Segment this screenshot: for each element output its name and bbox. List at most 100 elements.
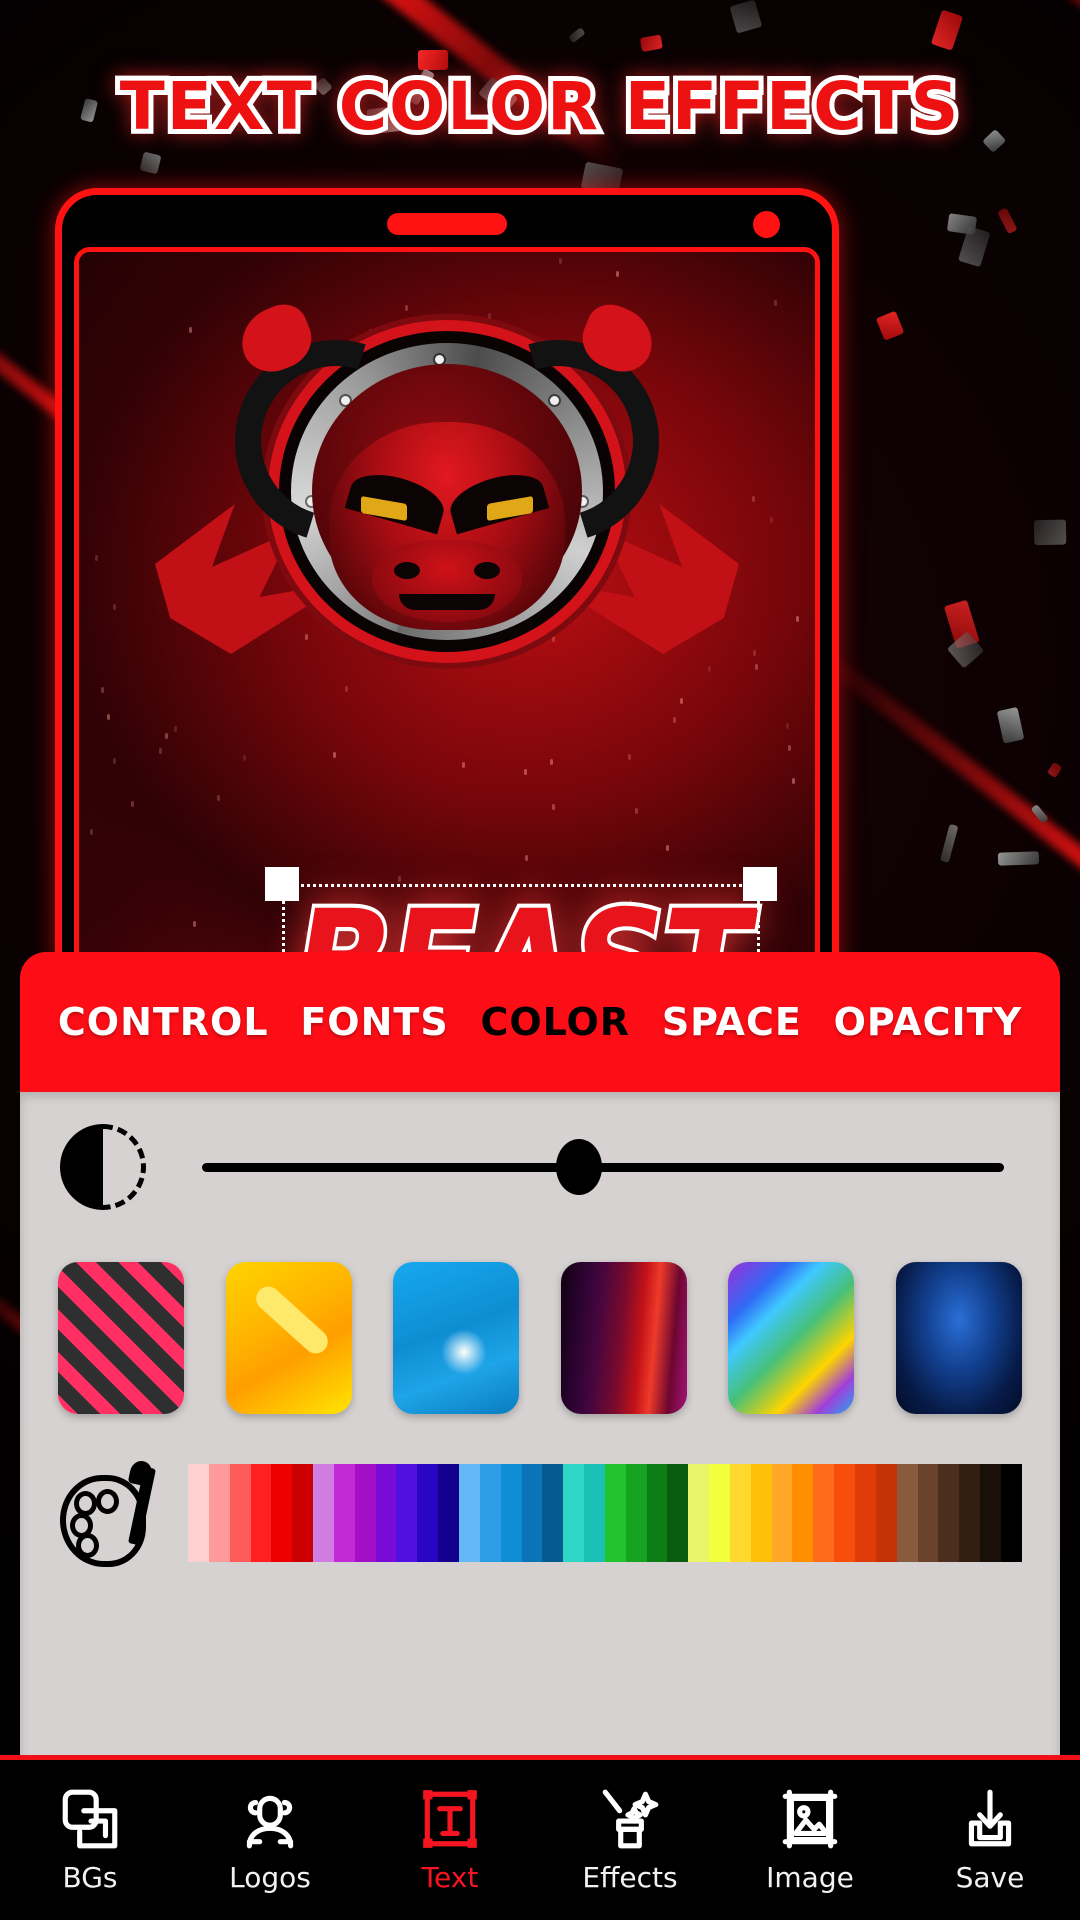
selection-handle-top-left[interactable] <box>265 867 299 901</box>
color-swatch[interactable] <box>688 1464 710 1562</box>
contrast-slider-row <box>20 1092 1060 1242</box>
color-swatch[interactable] <box>834 1464 855 1562</box>
canvas-speck <box>559 258 563 265</box>
color-swatch[interactable] <box>855 1464 876 1562</box>
color-swatch[interactable] <box>625 1464 647 1562</box>
canvas-speck <box>524 769 528 776</box>
color-swatch[interactable] <box>271 1464 293 1562</box>
background-confetti <box>946 212 977 235</box>
texture-thumbnail-navy-glow[interactable] <box>895 1262 1022 1414</box>
canvas-speck <box>666 844 670 851</box>
nav-item-bgs[interactable]: BGs <box>15 1786 165 1894</box>
tab-opacity[interactable]: OPACITY <box>834 1000 1023 1044</box>
selection-handle-top-right[interactable] <box>743 867 777 901</box>
canvas-speck <box>627 753 631 760</box>
nav-label: Image <box>766 1861 854 1894</box>
color-swatch[interactable] <box>417 1464 439 1562</box>
canvas-speck <box>173 725 177 732</box>
color-swatch[interactable] <box>458 1464 480 1562</box>
color-swatch[interactable] <box>208 1464 230 1562</box>
color-swatch[interactable] <box>917 1464 939 1562</box>
color-swatch[interactable] <box>938 1464 960 1562</box>
tab-space[interactable]: SPACE <box>662 1000 802 1044</box>
contrast-icon <box>60 1124 146 1210</box>
tab-bar: CONTROL FONTS COLOR SPACE OPACITY <box>20 952 1060 1092</box>
nav-item-logos[interactable]: Logos <box>195 1786 345 1894</box>
color-swatch[interactable] <box>980 1464 1001 1562</box>
texture-thumbnail-blue-diamond[interactable] <box>393 1262 520 1414</box>
color-swatch[interactable] <box>188 1464 209 1562</box>
nav-item-text[interactable]: Text <box>375 1786 525 1894</box>
color-swatch[interactable] <box>521 1464 543 1562</box>
contrast-slider[interactable] <box>202 1139 1004 1195</box>
color-swatch[interactable] <box>959 1464 981 1562</box>
color-swatch[interactable] <box>479 1464 501 1562</box>
canvas-speck <box>549 758 553 765</box>
color-swatch[interactable] <box>813 1464 835 1562</box>
color-swatch[interactable] <box>563 1464 585 1562</box>
canvas-speck <box>755 664 759 671</box>
nav-item-image[interactable]: Image <box>735 1786 885 1894</box>
phone-mockup: BEAST <box>55 188 839 992</box>
color-swatch[interactable] <box>1000 1464 1022 1562</box>
color-swatch[interactable] <box>229 1464 251 1562</box>
color-swatch[interactable] <box>771 1464 793 1562</box>
contrast-slider-thumb[interactable] <box>555 1139 602 1195</box>
color-swatch[interactable] <box>313 1464 334 1562</box>
bull-mascot-logo[interactable] <box>155 297 677 734</box>
color-gradient-strip[interactable] <box>188 1464 1022 1562</box>
nav-item-effects[interactable]: Effects <box>555 1786 705 1894</box>
color-swatch[interactable] <box>604 1464 626 1562</box>
canvas-speck <box>680 697 684 704</box>
palette-brush-icon[interactable] <box>58 1458 156 1567</box>
canvas-speck <box>753 649 757 656</box>
canvas-speck <box>217 795 221 802</box>
nav-label: Effects <box>582 1861 678 1894</box>
color-swatch[interactable] <box>584 1464 605 1562</box>
color-swatch[interactable] <box>542 1464 564 1562</box>
color-swatch[interactable] <box>333 1464 355 1562</box>
color-swatch[interactable] <box>250 1464 272 1562</box>
color-swatch[interactable] <box>750 1464 772 1562</box>
color-swatch[interactable] <box>375 1464 397 1562</box>
tab-color[interactable]: COLOR <box>480 1000 630 1044</box>
canvas-speck <box>193 920 197 927</box>
color-swatch[interactable] <box>438 1464 459 1562</box>
front-camera-dot <box>753 211 780 238</box>
color-swatch[interactable] <box>896 1464 918 1562</box>
color-swatch[interactable] <box>875 1464 897 1562</box>
color-swatch[interactable] <box>646 1464 668 1562</box>
color-swatch[interactable] <box>729 1464 751 1562</box>
canvas-speck <box>113 758 117 765</box>
canvas-speck <box>242 755 246 762</box>
canvas-speck <box>462 762 466 769</box>
color-swatch[interactable] <box>500 1464 522 1562</box>
color-swatch[interactable] <box>792 1464 814 1562</box>
texture-thumbnail-purple-red-smoke[interactable] <box>560 1262 687 1414</box>
background-confetti <box>418 49 448 70</box>
color-swatch[interactable] <box>354 1464 376 1562</box>
canvas-speck <box>751 495 755 502</box>
tab-fonts[interactable]: FONTS <box>300 1000 448 1044</box>
mascot-muzzle <box>372 540 522 622</box>
canvas-speck <box>785 723 789 730</box>
page-title: TEXT COLOR EFFECTS <box>115 63 963 150</box>
text-box-icon <box>417 1786 483 1852</box>
nav-item-save[interactable]: Save <box>915 1786 1065 1894</box>
mascot-mouth <box>399 594 495 610</box>
texture-thumbnail-pink-black-chevron[interactable] <box>58 1262 184 1414</box>
color-swatch[interactable] <box>667 1464 689 1562</box>
color-swatch[interactable] <box>709 1464 730 1562</box>
tab-control[interactable]: CONTROL <box>58 1000 269 1044</box>
texture-thumbnail-yellow-abstract[interactable] <box>225 1262 352 1414</box>
design-canvas[interactable]: BEAST <box>79 252 815 968</box>
texture-thumbnails-row <box>20 1242 1060 1428</box>
color-swatch[interactable] <box>396 1464 418 1562</box>
mascot-face <box>329 422 565 630</box>
color-swatch[interactable] <box>292 1464 314 1562</box>
canvas-speck <box>791 778 795 785</box>
color-palette-row <box>20 1428 1060 1598</box>
canvas-speck <box>774 299 778 306</box>
texture-thumbnail-multicolor-geometric[interactable] <box>728 1262 855 1414</box>
canvas-speck <box>551 803 555 810</box>
